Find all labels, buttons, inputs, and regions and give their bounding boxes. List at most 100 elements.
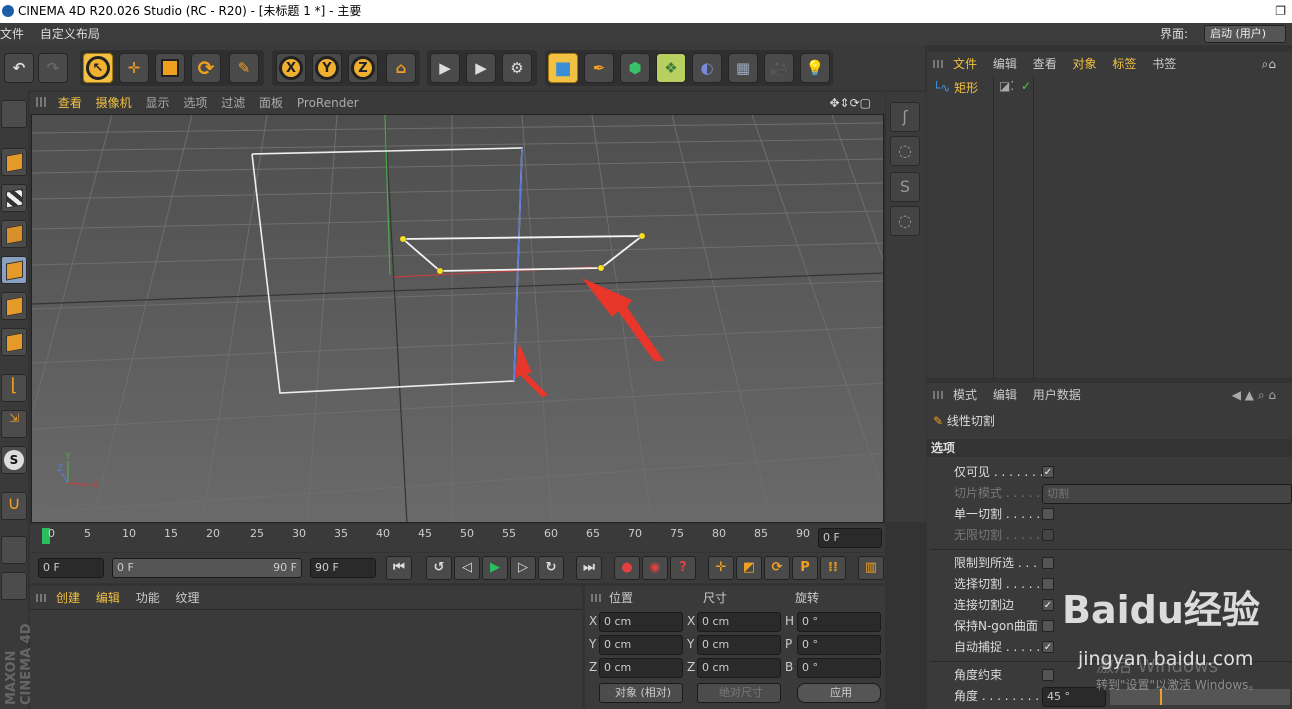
make-editable-icon[interactable] [1, 148, 27, 176]
om-menu-view[interactable]: 查看 [1033, 57, 1057, 71]
layout-select[interactable]: 启动 (用户) [1204, 25, 1286, 43]
viewport-menu-options[interactable]: 选项 [183, 96, 207, 110]
keyframe-selection-icon[interactable]: ? [670, 556, 696, 580]
render-view-icon[interactable]: ▶ [430, 53, 460, 83]
end-frame-field[interactable]: 90 F [310, 558, 376, 578]
circle-dashed-icon[interactable]: ◌ [890, 136, 920, 166]
play-icon[interactable]: ▶ [482, 556, 508, 580]
viewport-menu-camera[interactable]: 摄像机 [96, 96, 132, 110]
render-picture-viewer-icon[interactable]: ▶ [466, 53, 496, 83]
scale-tool-icon[interactable] [155, 53, 185, 83]
option-select-cuts-checkbox[interactable] [1042, 578, 1054, 590]
position-z-field[interactable]: 0 cm [599, 658, 683, 678]
material-tab-edit[interactable]: 编辑 [96, 591, 120, 605]
auto-key-icon[interactable]: ◉ [642, 556, 668, 580]
pen-spline-icon[interactable]: ✒ [584, 53, 614, 83]
search-icon[interactable]: ⌕⌂ [1262, 52, 1276, 76]
texture-mode-icon[interactable] [1, 184, 27, 212]
cube-primitive-icon[interactable]: ■ [548, 53, 578, 83]
go-to-start-icon[interactable]: ⏮ [386, 556, 412, 580]
move-tool-icon[interactable]: ✛ [119, 53, 149, 83]
magnet-icon[interactable]: ∪ [1, 492, 27, 520]
option-visible-only-checkbox[interactable]: ✓ [1042, 466, 1054, 478]
om-menu-edit[interactable]: 编辑 [993, 57, 1017, 71]
y-axis-lock-icon[interactable]: Y [312, 53, 342, 83]
object-name[interactable]: 矩形 [954, 81, 978, 95]
object-row[interactable]: └∿ 矩形 ◪⁚ ✓ [933, 79, 1292, 97]
visibility-dots-icon[interactable]: ◪⁚ [999, 79, 1014, 93]
am-menu-userdata[interactable]: 用户数据 [1033, 388, 1081, 402]
om-menu-tags[interactable]: 标签 [1112, 57, 1136, 71]
key-param-icon[interactable]: P [792, 556, 818, 580]
record-key-icon[interactable]: ● [614, 556, 640, 580]
subdivision-surface-icon[interactable]: ⬢ [620, 53, 650, 83]
rotation-h-field[interactable]: 0 ° [797, 612, 881, 632]
menu-custom-layout[interactable]: 自定义布局 [40, 27, 100, 41]
timeline-window-icon[interactable]: ▥ [858, 556, 884, 580]
viewport-menu-display[interactable]: 显示 [146, 96, 170, 110]
frame-range-slider[interactable]: 0 F 90 F [112, 558, 302, 578]
am-nav-icon[interactable]: ◀ ▲ ⌕ ⌂ [1232, 383, 1276, 407]
material-tab-create[interactable]: 创建 [56, 591, 80, 605]
size-mode-select[interactable]: 绝对尺寸 [697, 683, 781, 703]
restore-icon[interactable]: ❐ [1275, 0, 1286, 23]
position-y-field[interactable]: 0 cm [599, 635, 683, 655]
go-to-end-icon[interactable]: ⏭ [576, 556, 602, 580]
x-axis-lock-icon[interactable]: X [276, 53, 306, 83]
om-menu-bookmarks[interactable]: 书签 [1152, 57, 1176, 71]
floor-icon[interactable]: ▦ [728, 53, 758, 83]
rotation-b-field[interactable]: 0 ° [797, 658, 881, 678]
viewport-menu-panel[interactable]: 面板 [259, 96, 283, 110]
redo-icon[interactable]: ↷ [38, 53, 68, 83]
option-infinite-cut-checkbox[interactable] [1042, 529, 1054, 541]
size-x-field[interactable]: 0 cm [697, 612, 781, 632]
z-axis-lock-icon[interactable]: Z [348, 53, 378, 83]
polygons-mode-icon[interactable] [1, 328, 27, 356]
edges-mode-icon[interactable] [1, 292, 27, 320]
apply-button[interactable]: 应用 [797, 683, 881, 703]
size-y-field[interactable]: 0 cm [697, 635, 781, 655]
viewport-menu-prorender[interactable]: ProRender [297, 96, 359, 110]
knife-tool-icon[interactable]: ✎ [229, 53, 259, 83]
coordinate-system-icon[interactable]: ⌂ [386, 53, 416, 83]
viewport-menu-filter[interactable]: 过滤 [221, 96, 245, 110]
camera-icon[interactable]: 🎥 [764, 53, 794, 83]
undo-icon[interactable]: ↶ [4, 53, 34, 83]
rotate-tool-icon[interactable]: ⟳ [191, 53, 221, 83]
lock-workplane-icon[interactable] [1, 536, 27, 564]
cloner-icon[interactable]: ❖ [656, 53, 686, 83]
rotation-p-field[interactable]: 0 ° [797, 635, 881, 655]
workplane-icon[interactable] [1, 220, 27, 248]
option-slice-mode-select[interactable]: 切割 [1042, 484, 1292, 504]
deformer-icon[interactable]: ◐ [692, 53, 722, 83]
viewport-menu-view[interactable]: 查看 [58, 96, 82, 110]
next-frame-icon[interactable]: ▷ [510, 556, 536, 580]
key-rotation-icon[interactable]: ⟳ [764, 556, 790, 580]
size-z-field[interactable]: 0 cm [697, 658, 781, 678]
material-tab-texture[interactable]: 纹理 [176, 591, 200, 605]
enabled-check-icon[interactable]: ✓ [1021, 79, 1031, 93]
tweak-mode-icon[interactable]: ⇲ [1, 410, 27, 438]
light-icon[interactable]: 💡 [800, 53, 830, 83]
menu-file[interactable]: 文件 [0, 27, 24, 41]
prev-key-icon[interactable]: ↺ [426, 556, 452, 580]
timeline[interactable]: 0 5 10 15 20 25 30 35 40 45 50 55 60 65 … [30, 524, 885, 552]
render-settings-icon[interactable]: ⚙ [502, 53, 532, 83]
viewport-3d[interactable]: Y X Z [31, 114, 884, 523]
key-position-icon[interactable]: ✛ [708, 556, 734, 580]
points-mode-icon[interactable] [1, 256, 27, 284]
viewport-solo-icon[interactable] [1, 100, 27, 128]
material-tab-function[interactable]: 功能 [136, 591, 160, 605]
om-menu-file[interactable]: 文件 [953, 57, 977, 71]
next-key-icon[interactable]: ↻ [538, 556, 564, 580]
key-scale-icon[interactable]: ◩ [736, 556, 762, 580]
start-frame-field[interactable]: 0 F [38, 558, 104, 578]
am-menu-edit[interactable]: 编辑 [993, 388, 1017, 402]
spline-tool-icon[interactable]: ʃ [890, 102, 920, 132]
snap-icon[interactable]: S [1, 446, 27, 474]
gear-dashed-icon[interactable]: ◌ [890, 206, 920, 236]
workplane-grid-icon[interactable] [1, 572, 27, 600]
key-pla-icon[interactable]: ⁞⁞ [820, 556, 846, 580]
option-restrict-selection-checkbox[interactable] [1042, 557, 1054, 569]
axis-mode-icon[interactable]: ⌊ [1, 374, 27, 402]
